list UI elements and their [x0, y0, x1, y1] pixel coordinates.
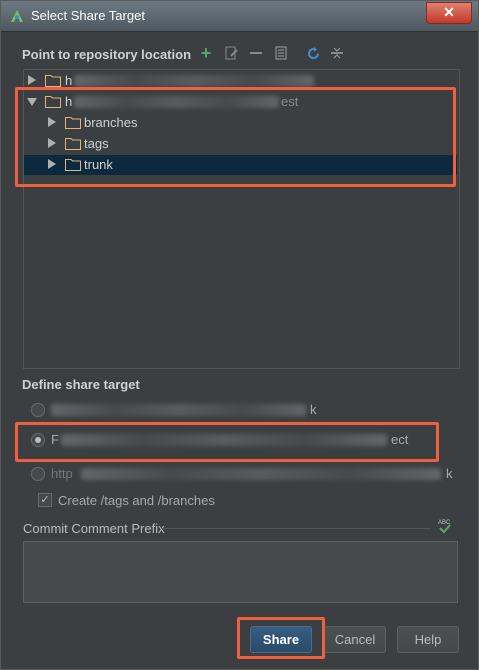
share-target-label: Define share target — [22, 377, 140, 392]
spellcheck-icon[interactable]: ABC — [437, 518, 453, 534]
window-title: Select Share Target — [31, 8, 145, 23]
commit-comment-label: Commit Comment Prefix — [23, 521, 165, 536]
redacted-text — [81, 468, 441, 480]
redacted-text — [74, 75, 314, 87]
folder-icon — [45, 75, 61, 87]
add-icon[interactable]: + — [198, 44, 214, 62]
collapse-all-icon[interactable] — [329, 45, 345, 61]
details-icon[interactable] — [273, 45, 289, 61]
remove-icon[interactable] — [248, 45, 264, 61]
cancel-button[interactable]: Cancel — [324, 626, 386, 653]
refresh-icon[interactable] — [305, 45, 321, 61]
android-studio-icon — [11, 10, 23, 22]
expand-arrow-icon[interactable] — [28, 75, 36, 85]
highlight-box-share-option — [15, 422, 439, 462]
repository-location-label: Point to repository location — [22, 47, 192, 62]
create-tags-checkbox[interactable]: ✓ — [38, 493, 52, 507]
dialog-window: Select Share Target ✕ Point to repositor… — [0, 0, 479, 670]
share-target-radio-1[interactable] — [31, 403, 45, 417]
highlight-box-tree — [15, 87, 456, 187]
tree-node-label: h — [65, 73, 73, 88]
share-option-tail: k — [310, 402, 317, 417]
create-tags-label: Create /tags and /branches — [58, 493, 215, 508]
redacted-text — [51, 404, 306, 416]
help-button[interactable]: Help — [397, 626, 459, 653]
separator — [161, 528, 431, 529]
title-bar: Select Share Target ✕ — [1, 1, 478, 32]
close-button[interactable]: ✕ — [426, 2, 472, 24]
share-option-tail: k — [446, 466, 453, 481]
commit-comment-textarea[interactable] — [23, 541, 458, 603]
edit-icon[interactable] — [224, 45, 240, 61]
share-option-start: http — [51, 466, 73, 481]
highlight-box-share-button — [237, 617, 325, 659]
share-target-radio-3[interactable] — [31, 467, 45, 481]
